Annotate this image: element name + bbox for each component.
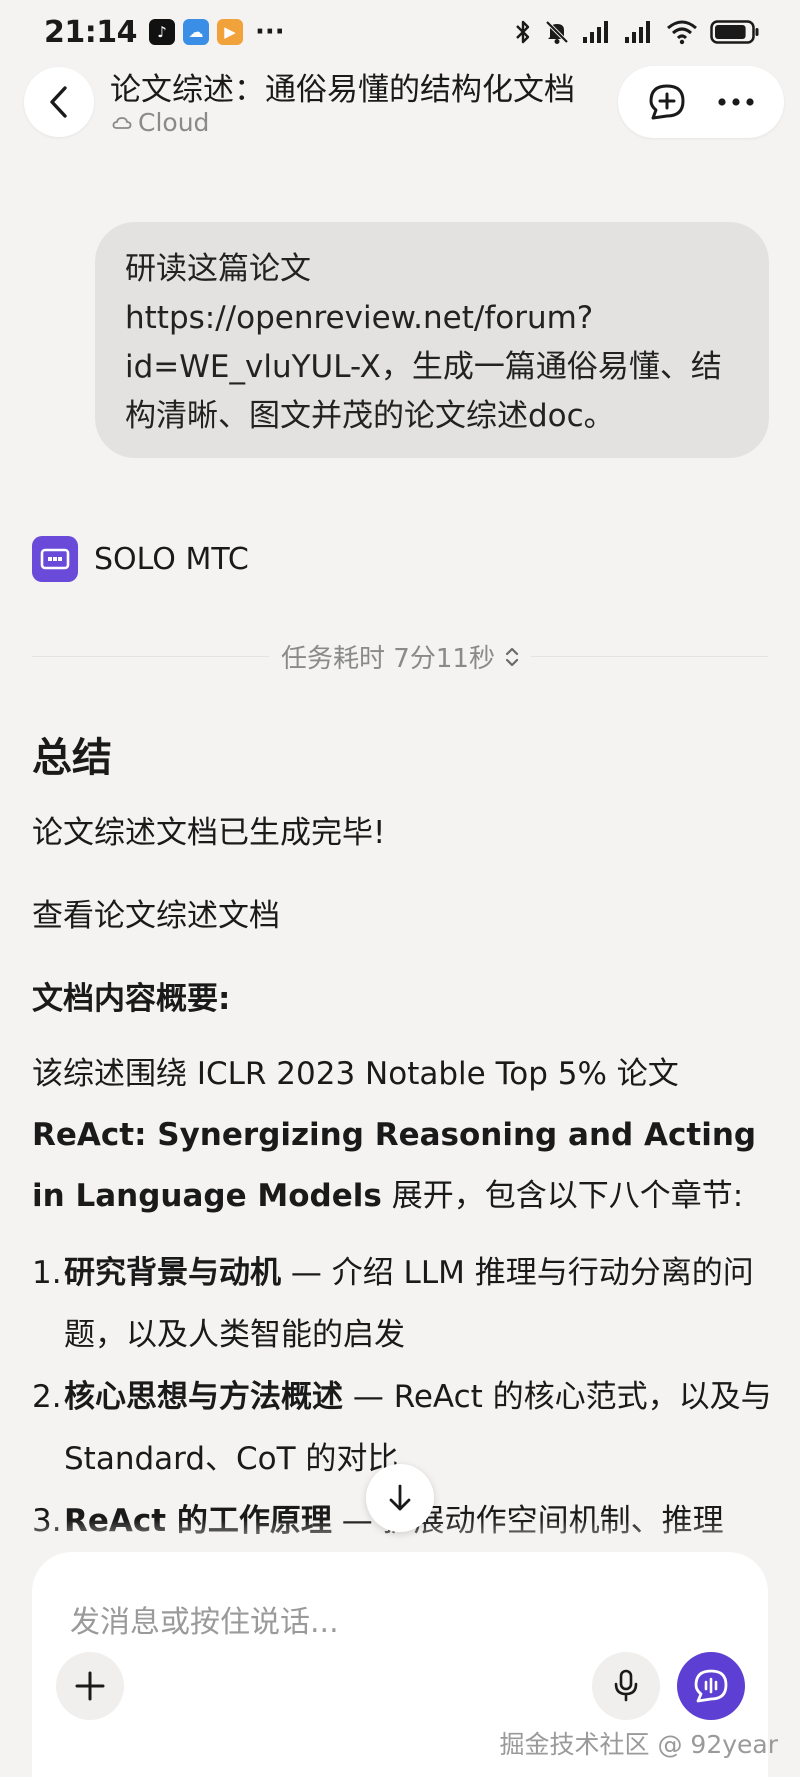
video-app-icon: ▶ <box>217 19 243 45</box>
add-attachment-button[interactable] <box>56 1652 124 1720</box>
summary-line: 论文综述文档已生成完毕! <box>32 815 386 851</box>
new-chat-icon <box>649 84 684 120</box>
arrow-down-icon <box>389 1484 411 1511</box>
more-notifications-icon: ··· <box>255 17 285 47</box>
status-icons <box>514 19 760 45</box>
voice-input-button[interactable] <box>592 1652 660 1720</box>
expand-collapse-icon <box>505 647 519 666</box>
voice-chat-button[interactable] <box>677 1652 745 1720</box>
plus-icon <box>75 1671 105 1701</box>
battery-icon <box>710 20 759 44</box>
cloud-icon <box>112 116 132 129</box>
overview-label: 文档内容概要: <box>32 981 231 1017</box>
list-number: 2. <box>32 1379 62 1415</box>
overview-intro: 该综述围绕 ICLR 2023 Notable Top 5% 论文 <box>32 1056 679 1092</box>
header-actions <box>618 66 784 138</box>
overview-paragraph: 该综述围绕 ICLR 2023 Notable Top 5% 论文 ReAct:… <box>32 1044 772 1227</box>
back-button[interactable] <box>24 67 94 137</box>
scroll-to-bottom-button[interactable] <box>366 1464 434 1532</box>
more-horizontal-icon <box>717 98 754 106</box>
signal-icon-2 <box>625 21 650 43</box>
task-time-label: 任务耗时 7分11秒 <box>281 644 495 674</box>
bluetooth-icon <box>516 20 530 44</box>
message-input[interactable] <box>70 1602 710 1642</box>
more-options-button[interactable] <box>708 74 764 130</box>
task-time-toggle[interactable]: 任务耗时 7分11秒 <box>269 638 531 675</box>
watermark: 掘金技术社区 @ 92year <box>499 1730 778 1759</box>
status-time: 21:14 <box>44 14 138 50</box>
tiktok-icon: ♪ <box>149 19 175 45</box>
new-chat-button[interactable] <box>639 74 695 130</box>
overview-suffix: 展开，包含以下八个章节: <box>381 1178 744 1214</box>
signal-icon-1 <box>583 21 608 43</box>
mute-bell-icon <box>545 20 569 44</box>
section-title: 核心思想与方法概述 <box>64 1379 343 1415</box>
section-title: 研究背景与动机 <box>64 1255 281 1291</box>
assistant-header: SOLO MTC <box>32 536 249 582</box>
list-item: 1. 研究背景与动机 — 介绍 LLM 推理与行动分离的问题，以及人类智能的启发 <box>32 1242 772 1366</box>
assistant-name: SOLO MTC <box>94 541 249 577</box>
status-bar: 21:14 ♪ ☁ ▶ ··· <box>0 0 800 64</box>
chevron-left-icon <box>50 86 67 118</box>
microphone-icon <box>614 1669 638 1702</box>
wifi-icon <box>667 20 697 45</box>
bot-avatar-icon <box>32 536 78 582</box>
subtitle-label: Cloud <box>138 108 210 137</box>
assistant-message: 总结 论文综述文档已生成完毕! 查看论文综述文档 文档内容概要: 该综述围绕 I… <box>32 728 772 1552</box>
summary-heading: 总结 <box>32 735 112 781</box>
list-number: 1. <box>32 1255 62 1291</box>
page-subtitle: Cloud <box>112 108 209 137</box>
task-time-row[interactable]: 任务耗时 7分11秒 <box>32 636 768 676</box>
cloud-app-icon: ☁ <box>183 19 209 45</box>
user-message-bubble: 研读这篇论文 https://openreview.net/forum?id=W… <box>95 222 769 458</box>
page-title: 论文综述：通俗易懂的结构化文档 <box>110 72 575 108</box>
voice-chat-icon <box>694 1669 728 1703</box>
view-document-link[interactable]: 查看论文综述文档 <box>32 891 772 941</box>
